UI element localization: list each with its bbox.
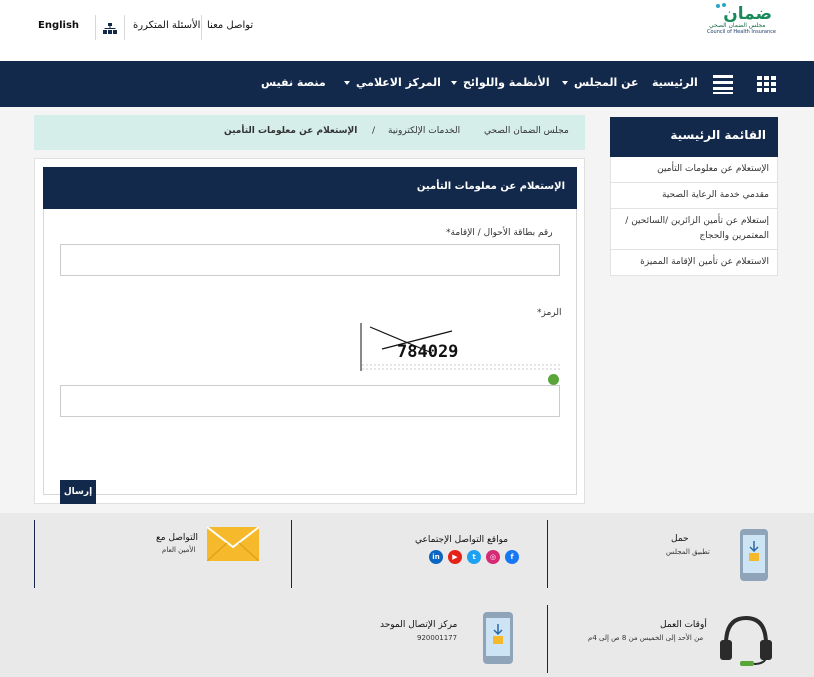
- sidebar-item-providers[interactable]: مقدمي خدمة الرعاية الصحية: [610, 183, 778, 209]
- sidebar-item-insurance-inquiry[interactable]: الإستعلام عن معلومات التأمين: [610, 157, 778, 183]
- refresh-captcha-icon[interactable]: [548, 374, 559, 385]
- logo-subtitle-ar: مجلس الضمان الصحي: [709, 22, 766, 29]
- nav-media-label: المركز الاعلامي: [356, 76, 441, 89]
- language-switch[interactable]: English: [38, 20, 79, 31]
- breadcrumb-eservices[interactable]: الخدمات الإلكترونية: [388, 126, 460, 136]
- callcenter-number[interactable]: 920001177: [417, 634, 457, 642]
- facebook-icon[interactable]: f: [505, 550, 519, 564]
- contact-title: التواصل مع: [156, 533, 199, 543]
- mobile-phone-icon: [483, 612, 513, 664]
- download-subtitle: تطبيق المجلس: [666, 548, 710, 556]
- nav-about[interactable]: عن المجلس: [562, 76, 639, 89]
- logo-subtitle-en: Council of Health Insurance: [707, 29, 776, 35]
- callcenter-title: مركز الإتصال الموحد: [380, 620, 458, 630]
- captcha-image: 784029: [360, 323, 560, 371]
- download-title: حمل: [671, 534, 689, 544]
- captcha-text: 784029: [397, 342, 458, 362]
- form-title: الإستعلام عن معلومات التأمين: [416, 181, 565, 192]
- captcha-input[interactable]: [60, 385, 560, 417]
- chevron-down-icon: [451, 81, 457, 85]
- id-number-label: رقم بطاقة الأحوال / الإقامة*: [446, 228, 553, 238]
- linkedin-icon[interactable]: in: [429, 550, 443, 564]
- hours-title: أوقات العمل: [660, 620, 707, 630]
- nav-media[interactable]: المركز الاعلامي: [344, 76, 441, 89]
- twitter-icon[interactable]: t: [467, 550, 481, 564]
- contact-link[interactable]: تواصل معنا: [207, 20, 253, 31]
- breadcrumb-current: الإستعلام عن معلومات التأمين: [224, 126, 358, 136]
- menu-list-icon[interactable]: [713, 73, 733, 95]
- social-title: مواقع التواصل الإجتماعي: [415, 535, 509, 545]
- nav-home[interactable]: الرئيسية: [652, 76, 698, 89]
- top-bar: ضمان مجلس الضمان الصحي Council of Health…: [0, 0, 814, 61]
- main-nav: الرئيسية عن المجلس الأنظمة واللوائح المر…: [0, 61, 814, 107]
- footer-divider: [547, 605, 548, 673]
- footer: [0, 513, 814, 677]
- captcha-label: الرمز*: [537, 308, 562, 318]
- faq-link[interactable]: الأسئلة المتكررة: [133, 20, 200, 31]
- contact-subtitle: الأمين العام: [162, 546, 196, 554]
- nav-regulations[interactable]: الأنظمة واللوائح: [451, 76, 550, 89]
- sidebar: القائمة الرئيسية الإستعلام عن معلومات ال…: [610, 117, 778, 276]
- submit-button[interactable]: إرسال: [60, 480, 96, 504]
- youtube-icon[interactable]: ▶: [448, 550, 462, 564]
- hours-subtitle: من الأحد إلى الخميس من 8 ص إلى 4م: [588, 634, 704, 642]
- breadcrumb-separator: /: [372, 126, 376, 136]
- chevron-down-icon: [562, 81, 568, 85]
- footer-divider: [291, 520, 292, 588]
- sidebar-item-visitors[interactable]: إستعلام عن تأمين الزائرين /السائحين /الم…: [610, 209, 778, 250]
- headset-icon: [718, 612, 774, 668]
- sidebar-item-premium-residency[interactable]: الاستعلام عن تأمين الإقامة المميزة: [610, 250, 778, 276]
- sidebar-title: القائمة الرئيسية: [610, 117, 778, 157]
- divider: [201, 15, 202, 40]
- divider: [124, 15, 125, 40]
- mobile-app-icon[interactable]: [740, 529, 768, 581]
- breadcrumb: مجلس الضمان الصحي الخدمات الإلكترونية / …: [34, 115, 585, 150]
- instagram-icon[interactable]: ◎: [486, 550, 500, 564]
- nav-nafees[interactable]: منصة نفيس: [261, 76, 326, 89]
- breadcrumb-home[interactable]: مجلس الضمان الصحي: [484, 126, 569, 136]
- id-number-input[interactable]: [60, 244, 560, 276]
- nav-about-label: عن المجلس: [574, 76, 639, 89]
- envelope-icon[interactable]: [206, 526, 260, 562]
- apps-grid-icon[interactable]: [757, 74, 777, 94]
- divider: [95, 15, 96, 40]
- footer-divider: [547, 520, 548, 588]
- nav-regulations-label: الأنظمة واللوائح: [463, 76, 550, 89]
- footer-divider: [34, 520, 35, 588]
- chevron-down-icon: [344, 81, 350, 85]
- svg-text:ضمان: ضمان: [723, 4, 772, 24]
- form-header: الإستعلام عن معلومات التأمين: [43, 167, 577, 209]
- sitemap-icon[interactable]: [103, 20, 117, 34]
